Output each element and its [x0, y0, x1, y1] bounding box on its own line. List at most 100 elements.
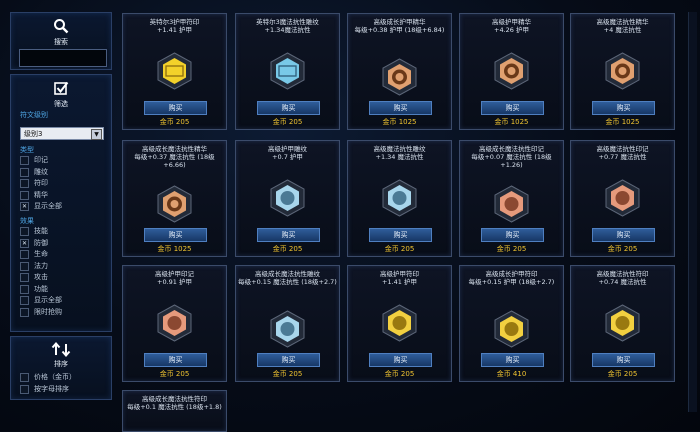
crossed-swords-mark-icon	[156, 304, 193, 342]
rune-description: +0.91 护甲	[157, 278, 192, 286]
core-yellow-rune-icon	[156, 52, 193, 90]
tree-quintessence-icon	[156, 185, 193, 223]
buy-button[interactable]: 购买	[257, 228, 320, 242]
rune-price: 金币 1025	[605, 118, 640, 126]
rune-name: 高级护甲雕纹	[268, 145, 307, 153]
checkbox[interactable]	[20, 384, 29, 394]
checkbox[interactable]	[20, 273, 29, 282]
dragon-quintessence-icon	[493, 52, 530, 90]
buy-button[interactable]: 购买	[257, 101, 320, 115]
rune-description: 每级+0.1 魔法抗性 (18级+1.8)	[127, 403, 222, 411]
rune-description: +0.77 魔法抗性	[598, 153, 647, 161]
rune-tier-label: 符文级别	[20, 111, 48, 119]
buy-button[interactable]: 购买	[144, 353, 207, 367]
rune-card[interactable]: 英特尔3护甲符印 +1.41 护甲 购买 金币 205	[122, 13, 227, 130]
rune-price: 金币 205	[159, 118, 190, 126]
hand-mark-icon	[493, 185, 530, 223]
rune-card[interactable]: 高级护甲雕纹 +0.7 护甲购买金币 205	[235, 140, 340, 257]
buy-button[interactable]: 购买	[144, 228, 207, 242]
rune-name: 高级护甲精华	[492, 18, 531, 26]
type-option-label: 显示全部	[34, 202, 62, 210]
rune-card[interactable]: 高级成长魔法抗性精华 每级+0.37 魔法抗性 (18级+6.66) 购买金币 10…	[122, 140, 227, 257]
buy-button[interactable]: 购买	[144, 101, 207, 115]
chevron-down-icon[interactable]: ▼	[91, 129, 102, 140]
shield-seal-icon	[493, 310, 530, 348]
checkbox[interactable]	[20, 190, 29, 200]
rune-description: +1.41 护甲	[382, 278, 417, 286]
rune-card[interactable]: 高级成长魔法抗性雕纹 每级+0.15 魔法抗性 (18级+2.7) 购买 金币 205	[235, 265, 340, 382]
rune-name: 英特尔3护甲符印	[149, 18, 200, 26]
rune-price: 金币 205	[607, 245, 638, 253]
lion-quintessence-icon	[381, 58, 418, 96]
rune-name: 高级成长护甲精华	[373, 18, 426, 26]
buy-button[interactable]: 购买	[369, 101, 432, 115]
effect-option-label: 功能	[34, 284, 48, 293]
rune-card[interactable]: 高级成长护甲精华 每级+0.38 护甲 (18级+6.84) 购买 金币 1025	[347, 13, 452, 130]
rune-description: +1.34 魔法抗性	[375, 153, 424, 161]
rune-description: 每级+0.07 魔法抗性 (18级+1.26)	[471, 153, 552, 169]
rune-price: 金币 205	[607, 370, 638, 378]
rune-card[interactable]: 高级魔法抗性印记 +0.77 魔法抗性购买金币 205	[570, 140, 675, 257]
checkbox[interactable]: ✕	[20, 202, 29, 211]
effect-option-label: 技能	[34, 227, 48, 235]
rune-price: 金币 205	[272, 245, 303, 253]
checkbox[interactable]	[20, 227, 29, 236]
effect-option-label: 生命	[34, 250, 48, 258]
buy-button[interactable]: 购买	[592, 101, 655, 115]
rune-card[interactable]: 高级魔法抗性雕纹 +1.34 魔法抗性 购买 金币 205	[347, 140, 452, 257]
rune-card[interactable]: 高级护甲符印 +1.41 护甲 购买 金币 205	[347, 265, 452, 382]
checkbox[interactable]: ✕	[20, 238, 29, 248]
checkbox[interactable]	[20, 261, 29, 271]
rune-description: 每级+0.37 魔法抗性 (18级+6.66)	[134, 153, 215, 169]
checkbox[interactable]	[20, 167, 29, 177]
rune-name: 高级魔法抗性印记	[596, 145, 649, 153]
rune-tier-dropdown[interactable]: 级别3 ▼	[20, 127, 104, 140]
rune-card[interactable]: 高级魔法抗性符印 +0.74 魔法抗性 购买 金币 205	[570, 265, 675, 382]
rune-description: +0.7 护甲	[272, 153, 303, 161]
type-option-label: 符印	[34, 179, 48, 187]
checkbox[interactable]	[20, 296, 29, 305]
checkbox[interactable]	[20, 156, 29, 165]
rune-description: +4.26 护甲	[494, 26, 529, 34]
buy-button[interactable]: 购买	[369, 353, 432, 367]
rune-card[interactable]: 高级成长魔法抗性印记 每级+0.07 魔法抗性 (18级+1.26) 购买 金币 20…	[459, 140, 564, 257]
buy-button[interactable]: 购买	[257, 353, 320, 367]
rune-name: 高级成长魔法抗性符印	[142, 395, 207, 403]
checkbox[interactable]	[20, 250, 29, 259]
rune-card[interactable]: 英特尔3魔法抗性雕纹 +1.34魔法抗性 购买 金币 205	[235, 13, 340, 130]
search-label: 搜索	[54, 38, 68, 46]
buy-button[interactable]: 购买	[481, 101, 544, 115]
type-section-label: 类型	[20, 146, 34, 154]
checkbox[interactable]	[20, 373, 29, 382]
sort-option-label: 按字母排序	[34, 384, 69, 393]
search-input[interactable]	[19, 49, 107, 67]
rune-tier-value: 级别3	[24, 130, 43, 138]
rune-card[interactable]: 高级成长护甲符印 每级+0.15 护甲 (18级+2.7) 购买 金币 410	[459, 265, 564, 382]
core-blue-rune-icon	[269, 52, 306, 90]
rune-card[interactable]: 高级护甲印记 +0.91 护甲购买金币 205	[122, 265, 227, 382]
checkbox[interactable]	[20, 284, 29, 294]
rune-price: 金币 205	[384, 245, 415, 253]
rune-card[interactable]: 高级成长魔法抗性符印 每级+0.1 魔法抗性 (18级+1.8)	[122, 390, 227, 432]
rune-price: 金币 205	[159, 370, 190, 378]
checkbox[interactable]	[20, 179, 29, 188]
rune-price: 金币 205	[272, 370, 303, 378]
rune-name: 高级成长魔法抗性精华	[142, 145, 207, 153]
effect-option-label: 显示全部	[34, 296, 62, 304]
buy-button[interactable]: 购买	[592, 228, 655, 242]
rune-name: 高级魔法抗性精华	[596, 18, 649, 26]
buy-button[interactable]: 购买	[369, 228, 432, 242]
buy-button[interactable]: 购买	[592, 353, 655, 367]
type-option-label: 精华	[34, 190, 48, 199]
buy-button[interactable]: 购买	[481, 228, 544, 242]
buy-button[interactable]: 购买	[481, 353, 544, 367]
rune-name: 高级成长魔法抗性印记	[479, 145, 544, 153]
rune-card[interactable]: 高级魔法抗性精华 +4 魔法抗性 购买 金币 1025	[570, 13, 675, 130]
rune-price: 金币 1025	[157, 245, 192, 253]
rune-name: 高级护甲印记	[155, 270, 194, 278]
search-icon[interactable]	[11, 18, 111, 38]
rune-card[interactable]: 高级护甲精华 +4.26 护甲 购买 金币 1025	[459, 13, 564, 130]
scrollbar[interactable]	[688, 12, 697, 412]
filter-panel: 筛选 符文级别 级别3 ▼ 类型 印记 雕纹 符印 精华 ✕ 显示全部 效果 技能 ✕ 防御生…	[10, 74, 112, 332]
checkbox[interactable]	[20, 307, 29, 317]
